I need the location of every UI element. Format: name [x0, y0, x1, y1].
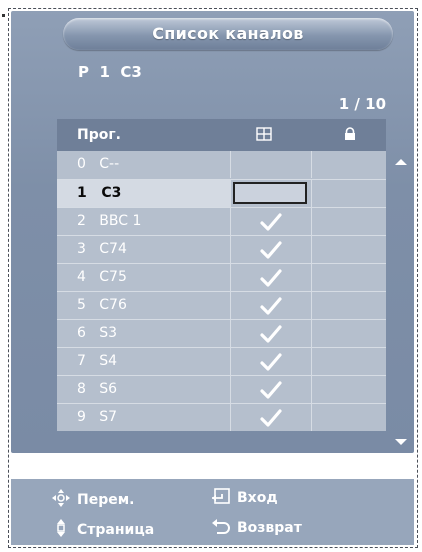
add-cell[interactable] — [230, 180, 311, 207]
menu-title: Список каналов — [63, 18, 393, 50]
page-updown-icon — [57, 519, 65, 537]
footer-help-bar: Перем. Вход Страница Возврат — [11, 479, 414, 545]
table-row[interactable]: 3 C74 — [57, 235, 386, 263]
lock-cell[interactable] — [311, 264, 386, 291]
lock-cell[interactable] — [311, 292, 386, 319]
add-cell[interactable] — [230, 208, 311, 235]
checkmark-icon — [260, 381, 282, 399]
add-cell[interactable] — [230, 320, 311, 347]
selection-cursor[interactable] — [233, 182, 307, 204]
lock-icon — [221, 460, 233, 476]
help-move-label: Перем. — [77, 492, 135, 508]
add-cell[interactable] — [230, 292, 311, 319]
table-row[interactable]: 6 S3 — [57, 319, 386, 347]
lock-cell[interactable] — [311, 320, 386, 347]
checkmark-icon — [260, 325, 282, 343]
channel-name: 7 S4 — [77, 353, 118, 369]
table-row[interactable]: 8 S6 — [57, 375, 386, 403]
table-header: Прог. — [57, 119, 386, 151]
table-row[interactable]: 9 S7 — [57, 403, 386, 431]
help-page: Страница — [51, 518, 154, 538]
lock-cell[interactable] — [311, 376, 386, 403]
add-cell[interactable] — [230, 404, 311, 431]
lock-cell[interactable] — [311, 348, 386, 375]
current-program: P 1 C3 — [78, 63, 142, 81]
add-icon — [256, 127, 272, 145]
checkmark-icon — [260, 269, 282, 287]
table-row[interactable]: 1 C3 — [57, 179, 386, 207]
help-return-label: Возврат — [237, 520, 302, 536]
channel-name: 4 C75 — [77, 269, 127, 285]
lock-cell[interactable] — [311, 151, 386, 178]
channel-name: 3 C74 — [77, 241, 127, 257]
help-enter-label: Вход — [237, 490, 278, 506]
channel-name: 2 BBC 1 — [77, 213, 142, 229]
lock-cell[interactable] — [311, 404, 386, 431]
add-cell[interactable] — [230, 348, 311, 375]
add-icon — [57, 461, 75, 477]
frame-dot — [2, 14, 5, 17]
page-counter: 1 / 10 — [338, 95, 386, 113]
add-cell[interactable] — [230, 376, 311, 403]
channel-name: 8 S6 — [77, 381, 118, 397]
table-row[interactable]: 5 C76 — [57, 291, 386, 319]
table-row[interactable]: 0 C-- — [57, 151, 386, 179]
channel-name: 6 S3 — [77, 325, 118, 341]
channel-name: 9 S7 — [77, 409, 118, 425]
help-move: Перем. — [51, 488, 135, 508]
checkmark-icon — [260, 297, 282, 315]
channel-table: Прог. 0 C-- 1 C3 2 BBC 1 3 C74 4 C75 5 C76 6 S… — [57, 119, 386, 431]
help-enter: Вход — [211, 488, 278, 506]
add-cell[interactable] — [230, 236, 311, 263]
checkmark-icon — [260, 409, 282, 427]
table-row[interactable]: 4 C75 — [57, 263, 386, 291]
checkmark-icon — [260, 213, 282, 231]
header-prog: Прог. — [77, 127, 121, 143]
lock-cell[interactable] — [311, 236, 386, 263]
table-row[interactable]: 2 BBC 1 — [57, 207, 386, 235]
scroll-down-icon[interactable] — [395, 439, 407, 445]
help-return: Возврат — [211, 518, 302, 536]
lock-cell[interactable] — [311, 208, 386, 235]
help-page-label: Страница — [77, 522, 155, 538]
checkmark-icon — [260, 353, 282, 371]
move-arrows-icon — [52, 489, 70, 507]
return-icon — [212, 519, 230, 534]
checkmark-icon — [260, 241, 282, 259]
enter-icon — [212, 488, 230, 504]
channel-name: 0 C-- — [77, 156, 120, 172]
lock-cell[interactable] — [311, 180, 386, 207]
add-cell[interactable] — [230, 264, 311, 291]
channel-rows: 0 C-- 1 C3 2 BBC 1 3 C74 4 C75 5 C76 6 S3 7 S4 8… — [57, 151, 386, 431]
channel-name: 1 C3 — [57, 180, 230, 207]
channel-list-panel: Список каналов P 1 C3 1 / 10 Прог. 0 C--… — [11, 11, 414, 478]
table-row[interactable]: 7 S4 — [57, 347, 386, 375]
add-cell[interactable] — [230, 151, 311, 178]
lock-icon — [343, 127, 357, 145]
scroll-up-icon[interactable] — [395, 159, 407, 165]
channel-name: 5 C76 — [77, 297, 127, 313]
